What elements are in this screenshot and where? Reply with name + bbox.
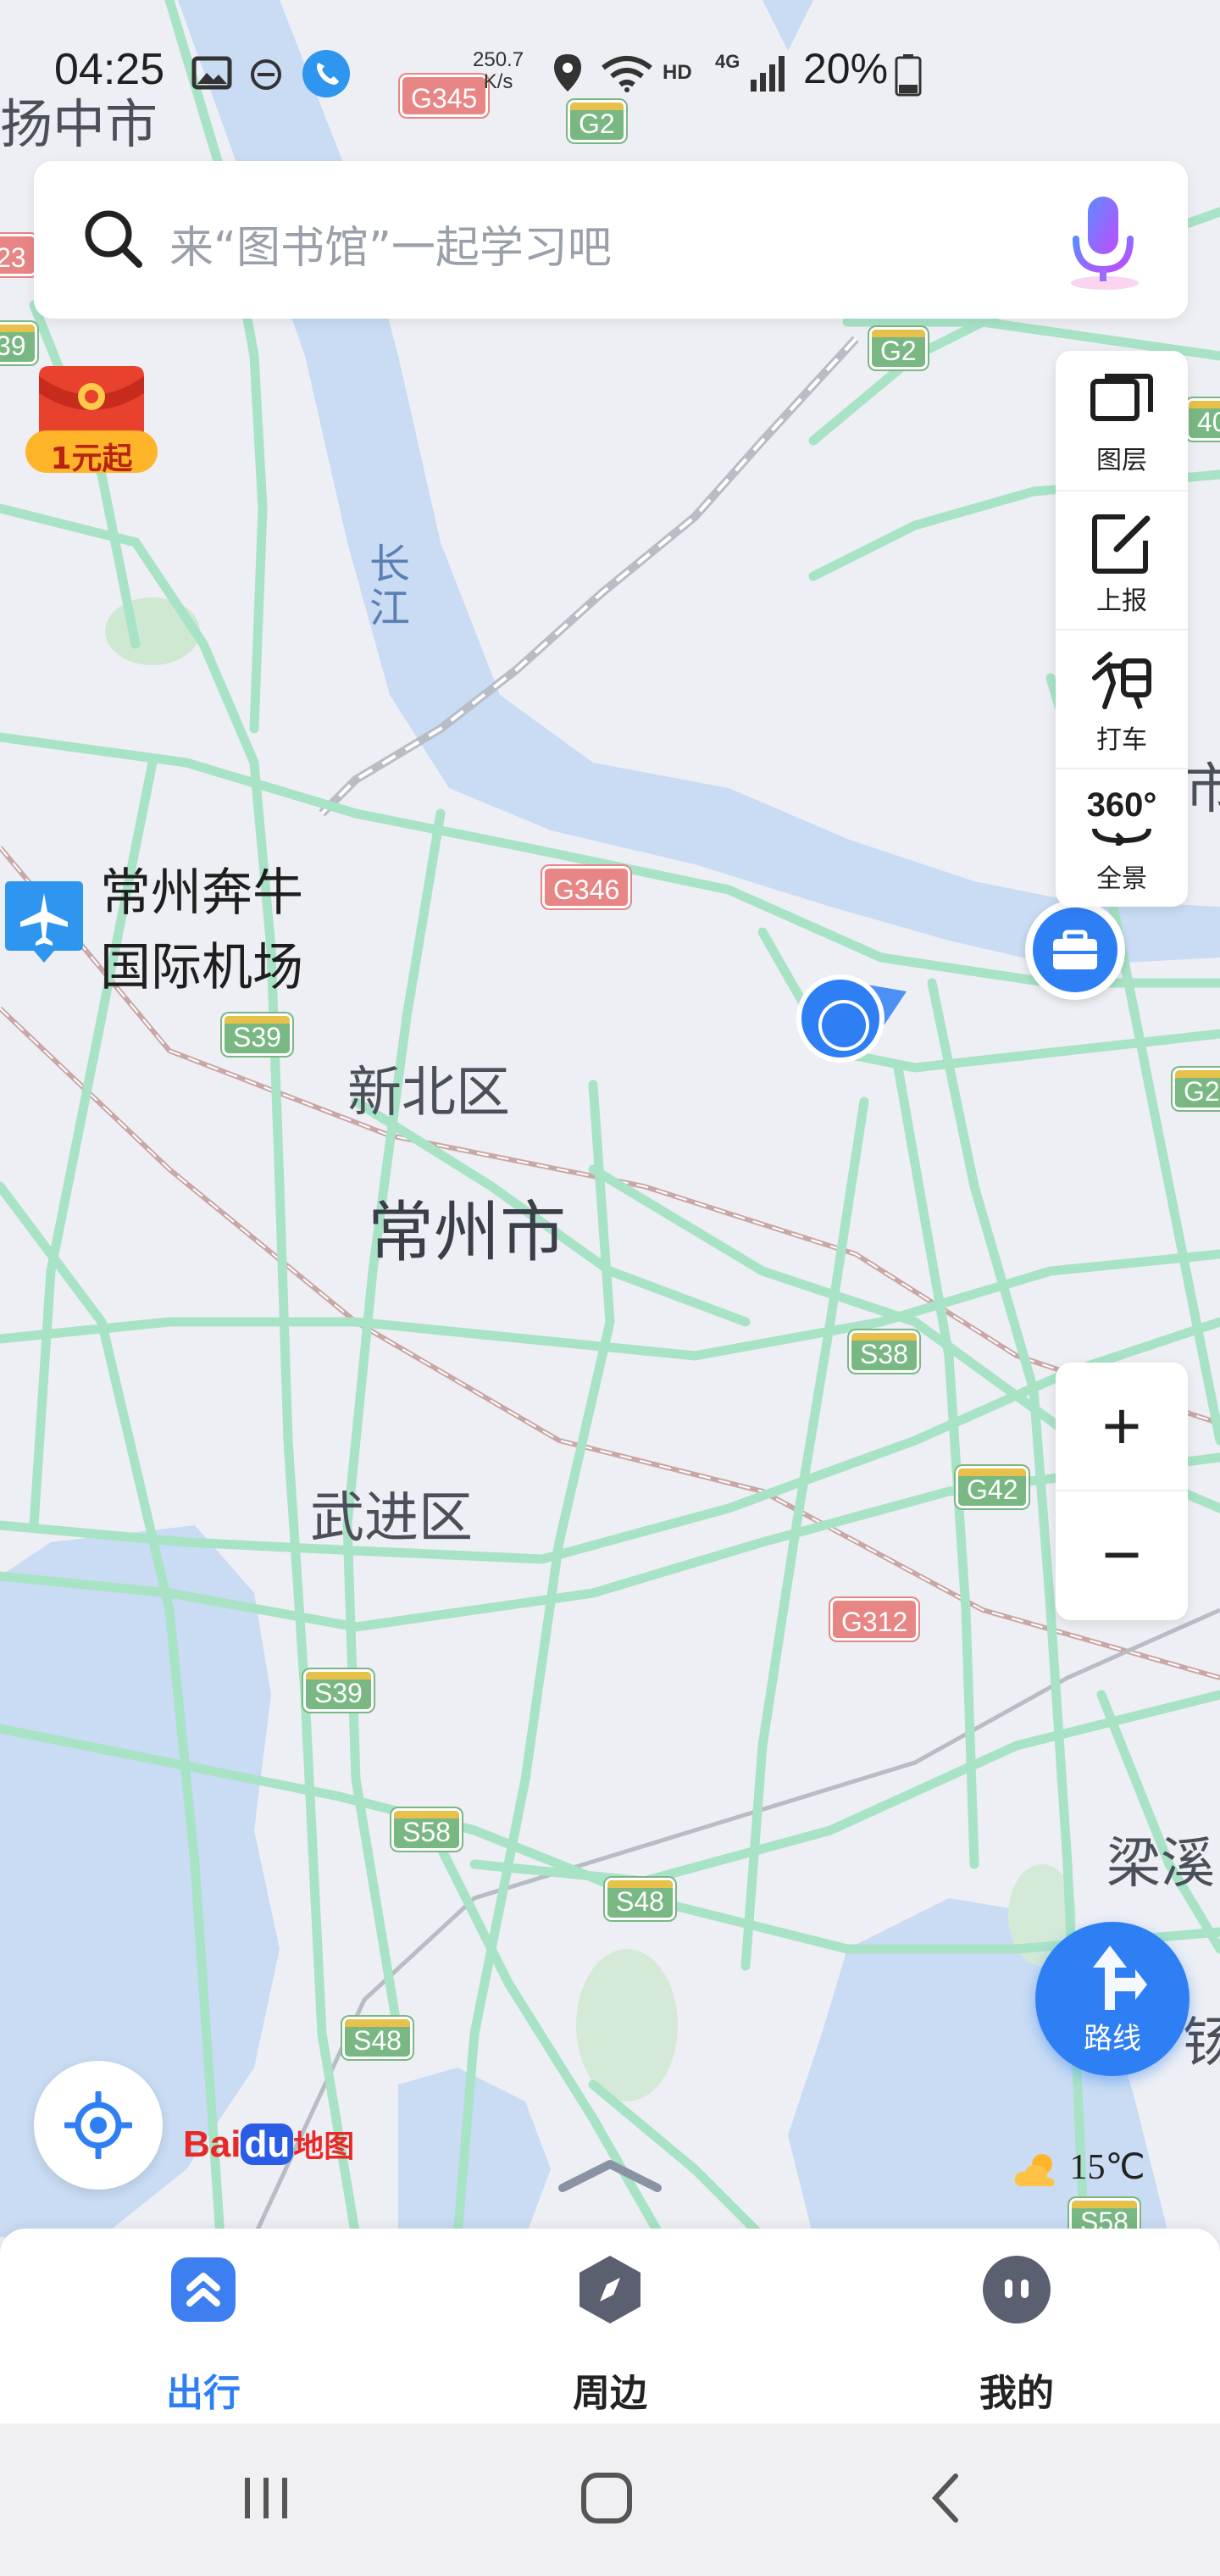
chevron-up-icon[interactable] [556, 2156, 664, 2193]
road-shield: G346 [542, 866, 631, 908]
layers-icon [1090, 374, 1153, 421]
zoom-in-button[interactable]: + [1056, 1363, 1188, 1490]
microphone-icon[interactable] [1056, 192, 1149, 293]
tool-layers[interactable]: 图层 [1056, 351, 1188, 490]
map-label-right-city: 市 [1184, 758, 1220, 821]
hd-indicator: HD [663, 61, 692, 84]
road-shield: S38 [849, 1330, 919, 1373]
tab-nearby[interactable]: 周边 [525, 2254, 695, 2415]
road-shield: S48 [342, 2017, 413, 2059]
weather-temperature: 15℃ [1069, 2148, 1145, 2187]
system-nav-bar [0, 2423, 1220, 2576]
gallery-icon [191, 56, 232, 90]
route-button[interactable]: 路线 [1035, 1922, 1190, 2076]
road-shield: S58 [391, 1808, 462, 1851]
route-arrow-icon [1093, 1946, 1147, 2010]
red-packet-promo[interactable]: 1元起 [20, 349, 163, 476]
weather-widget[interactable]: 15℃ [1013, 2146, 1145, 2190]
crosshair-icon [64, 2091, 132, 2159]
taxi-icon [1092, 652, 1151, 710]
map-label-liangxi: 梁溪 [1106, 1833, 1215, 1896]
promo-label: 1元起 [50, 441, 133, 476]
road-shield: S48 [605, 1878, 675, 1920]
toolbox-icon[interactable] [1025, 900, 1125, 1000]
road-shield: S39 [222, 1013, 292, 1056]
dnd-icon [251, 59, 281, 90]
signal-icon [751, 56, 785, 92]
edit-report-icon [1092, 514, 1151, 574]
map-label-xinbei: 新北区 [347, 1062, 510, 1124]
map-tools-panel: 图层 上报 打车 360° 全景 [1056, 351, 1188, 907]
wifi-icon [602, 56, 652, 92]
status-time: 04:25 [54, 45, 165, 94]
road-shield: G2 [869, 327, 928, 369]
map-label-airport[interactable]: 常州奔牛国际机场 [100, 856, 346, 1005]
search-placeholder: 来“图书馆”一起学习吧 [169, 223, 612, 274]
location-icon [554, 54, 581, 92]
search-bar[interactable]: 来“图书馆”一起学习吧 [34, 161, 1188, 319]
tool-panorama[interactable]: 360° 全景 [1056, 768, 1188, 908]
profile-icon [983, 2256, 1051, 2323]
net-speed: 250.7 K/s [473, 48, 524, 93]
airport-icon[interactable] [3, 878, 85, 966]
phone-call-icon [302, 50, 350, 97]
tab-travel[interactable]: 出行 [119, 2254, 288, 2415]
zoom-control: + − [1056, 1363, 1188, 1620]
road-shield: 40 [1186, 398, 1220, 441]
search-icon [85, 210, 142, 268]
battery-percent: 20% [803, 45, 889, 92]
map-label-wujin: 武进区 [310, 1487, 473, 1550]
status-bar: 04:25 250.7 K/s HD 4G 20% [0, 0, 1220, 153]
road-shield: G312 [830, 1598, 919, 1641]
bottom-tab-bar: 出行 周边 我的 [0, 2229, 1220, 2423]
compass-icon [580, 2256, 640, 2323]
tool-taxi[interactable]: 打车 [1056, 629, 1188, 769]
current-location-marker [788, 966, 907, 1076]
road-shield: S39 [303, 1669, 374, 1712]
panorama-360-icon: 360° [1056, 786, 1188, 849]
locate-me-button[interactable] [34, 2061, 163, 2190]
network-type: 4G [715, 51, 740, 72]
partly-cloudy-icon [1014, 2154, 1055, 2187]
recent-apps-icon[interactable] [239, 2471, 293, 2525]
map-canvas[interactable]: 扬中市 长江 常州奔牛国际机场 新北区 常州市 武进区 市 梁溪 钖 G345 … [0, 0, 1220, 2237]
map-label-river: 长江 [369, 541, 411, 632]
baidu-map-logo: Baidu 地图 [183, 2124, 355, 2165]
zoom-out-button[interactable]: − [1056, 1490, 1188, 1618]
tool-report[interactable]: 上报 [1056, 490, 1188, 630]
map-label-changzhou: 常州市 [368, 1195, 567, 1271]
road-shield: G2 [1173, 1068, 1220, 1110]
road-shield: G42 [956, 1466, 1029, 1508]
road-shield: 23 [0, 234, 37, 276]
battery-icon [895, 54, 922, 97]
travel-icon [171, 2257, 236, 2322]
home-icon[interactable] [580, 2471, 634, 2525]
back-icon[interactable] [920, 2471, 974, 2525]
tab-profile[interactable]: 我的 [932, 2254, 1101, 2415]
